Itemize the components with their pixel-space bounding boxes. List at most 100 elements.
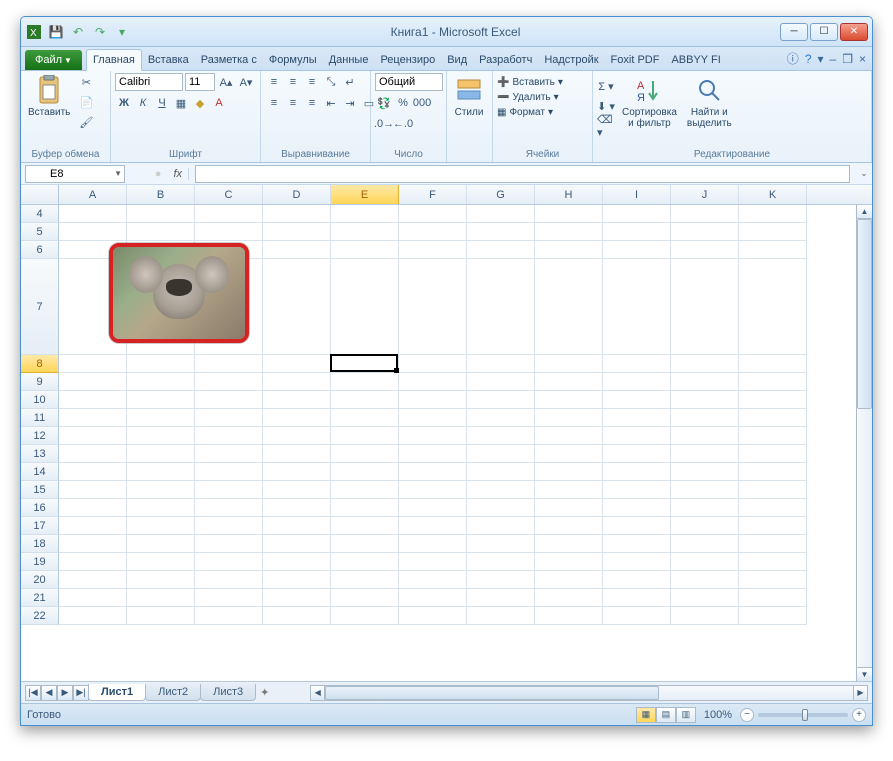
cell[interactable] bbox=[59, 535, 127, 553]
cell[interactable] bbox=[331, 517, 399, 535]
font-name-select[interactable]: Calibri bbox=[115, 73, 183, 91]
cell[interactable] bbox=[331, 409, 399, 427]
help-icon[interactable]: ? bbox=[805, 52, 812, 66]
orientation-icon[interactable]: ⤡ bbox=[322, 73, 340, 91]
cell[interactable] bbox=[127, 463, 195, 481]
cell[interactable] bbox=[127, 427, 195, 445]
row-header-6[interactable]: 6 bbox=[21, 241, 59, 259]
cell[interactable] bbox=[331, 355, 399, 373]
cell[interactable] bbox=[671, 445, 739, 463]
cell[interactable] bbox=[671, 427, 739, 445]
cell[interactable] bbox=[59, 409, 127, 427]
horizontal-scrollbar[interactable]: ◀ ▶ bbox=[310, 685, 868, 701]
cell[interactable] bbox=[399, 553, 467, 571]
decrease-decimal-icon[interactable]: ←.0 bbox=[394, 115, 412, 133]
font-color-button[interactable]: A bbox=[210, 94, 228, 112]
cell[interactable] bbox=[671, 607, 739, 625]
cell[interactable] bbox=[535, 355, 603, 373]
cell[interactable] bbox=[467, 445, 535, 463]
cell[interactable] bbox=[671, 589, 739, 607]
cell[interactable] bbox=[739, 589, 807, 607]
row-header-9[interactable]: 9 bbox=[21, 373, 59, 391]
cell[interactable] bbox=[59, 355, 127, 373]
cell[interactable] bbox=[127, 535, 195, 553]
cell[interactable] bbox=[59, 571, 127, 589]
cell[interactable] bbox=[263, 517, 331, 535]
cell[interactable] bbox=[127, 391, 195, 409]
cell[interactable] bbox=[671, 241, 739, 259]
grow-font-icon[interactable]: A▴ bbox=[217, 73, 235, 91]
scroll-right-icon[interactable]: ▶ bbox=[853, 686, 867, 700]
cell[interactable] bbox=[263, 223, 331, 241]
cell[interactable] bbox=[59, 553, 127, 571]
cell[interactable] bbox=[263, 481, 331, 499]
cell[interactable] bbox=[739, 427, 807, 445]
maximize-button[interactable]: ☐ bbox=[810, 23, 838, 41]
first-sheet-icon[interactable]: |◀ bbox=[25, 685, 41, 701]
cell[interactable] bbox=[331, 241, 399, 259]
cell[interactable] bbox=[399, 427, 467, 445]
cell[interactable] bbox=[195, 205, 263, 223]
cell[interactable] bbox=[467, 481, 535, 499]
cell[interactable] bbox=[59, 481, 127, 499]
minimize-ribbon-icon[interactable]: ⓘ bbox=[787, 50, 799, 67]
cell[interactable] bbox=[59, 445, 127, 463]
styles-button[interactable]: Стили bbox=[451, 73, 487, 120]
cell[interactable] bbox=[331, 445, 399, 463]
sheet-tab-3[interactable]: Лист3 bbox=[200, 684, 256, 701]
cell[interactable] bbox=[263, 499, 331, 517]
cell[interactable] bbox=[671, 205, 739, 223]
cell[interactable] bbox=[671, 259, 739, 355]
cell[interactable] bbox=[331, 391, 399, 409]
cell[interactable] bbox=[603, 355, 671, 373]
scroll-left-icon[interactable]: ◀ bbox=[311, 686, 325, 700]
cell[interactable] bbox=[195, 391, 263, 409]
cell[interactable] bbox=[59, 223, 127, 241]
cell[interactable] bbox=[331, 223, 399, 241]
cell[interactable] bbox=[399, 445, 467, 463]
cell[interactable] bbox=[399, 259, 467, 355]
cell[interactable] bbox=[603, 607, 671, 625]
cell[interactable] bbox=[467, 553, 535, 571]
row-header-15[interactable]: 15 bbox=[21, 481, 59, 499]
row-header-21[interactable]: 21 bbox=[21, 589, 59, 607]
qat-more-icon[interactable]: ▾ bbox=[113, 23, 131, 41]
cell[interactable] bbox=[603, 409, 671, 427]
align-middle-icon[interactable]: ≡ bbox=[284, 73, 302, 91]
row-header-17[interactable]: 17 bbox=[21, 517, 59, 535]
zoom-slider-thumb[interactable] bbox=[802, 709, 808, 721]
next-sheet-icon[interactable]: ▶ bbox=[57, 685, 73, 701]
cell[interactable] bbox=[195, 445, 263, 463]
column-header-C[interactable]: C bbox=[195, 185, 263, 204]
cell[interactable] bbox=[535, 517, 603, 535]
cell[interactable] bbox=[467, 607, 535, 625]
file-tab[interactable]: Файл ▼ bbox=[25, 50, 82, 70]
column-header-E[interactable]: E bbox=[331, 185, 399, 204]
cell[interactable] bbox=[263, 571, 331, 589]
cell[interactable] bbox=[127, 481, 195, 499]
format-cells-button[interactable]: ▦Формат ▾ bbox=[497, 107, 553, 118]
cell[interactable] bbox=[535, 373, 603, 391]
select-all-corner[interactable] bbox=[21, 185, 59, 204]
cell[interactable] bbox=[671, 373, 739, 391]
cell[interactable] bbox=[467, 427, 535, 445]
increase-decimal-icon[interactable]: .0→ bbox=[375, 115, 393, 133]
zoom-percent[interactable]: 100% bbox=[704, 709, 732, 721]
cell[interactable] bbox=[399, 589, 467, 607]
cell[interactable] bbox=[467, 571, 535, 589]
cell[interactable] bbox=[59, 463, 127, 481]
cell[interactable] bbox=[263, 373, 331, 391]
align-right-icon[interactable]: ≡ bbox=[303, 94, 321, 112]
cell[interactable] bbox=[739, 607, 807, 625]
cell[interactable] bbox=[671, 463, 739, 481]
cell[interactable] bbox=[739, 409, 807, 427]
tab-insert[interactable]: Вставка bbox=[142, 50, 195, 70]
cell[interactable] bbox=[535, 409, 603, 427]
cell[interactable] bbox=[399, 571, 467, 589]
mdi-close-icon[interactable]: × bbox=[859, 52, 866, 66]
cell[interactable] bbox=[535, 535, 603, 553]
grid-rows[interactable]: 45678910111213141516171819202122 bbox=[21, 205, 872, 681]
cell[interactable] bbox=[603, 427, 671, 445]
row-header-4[interactable]: 4 bbox=[21, 205, 59, 223]
cell[interactable] bbox=[263, 553, 331, 571]
